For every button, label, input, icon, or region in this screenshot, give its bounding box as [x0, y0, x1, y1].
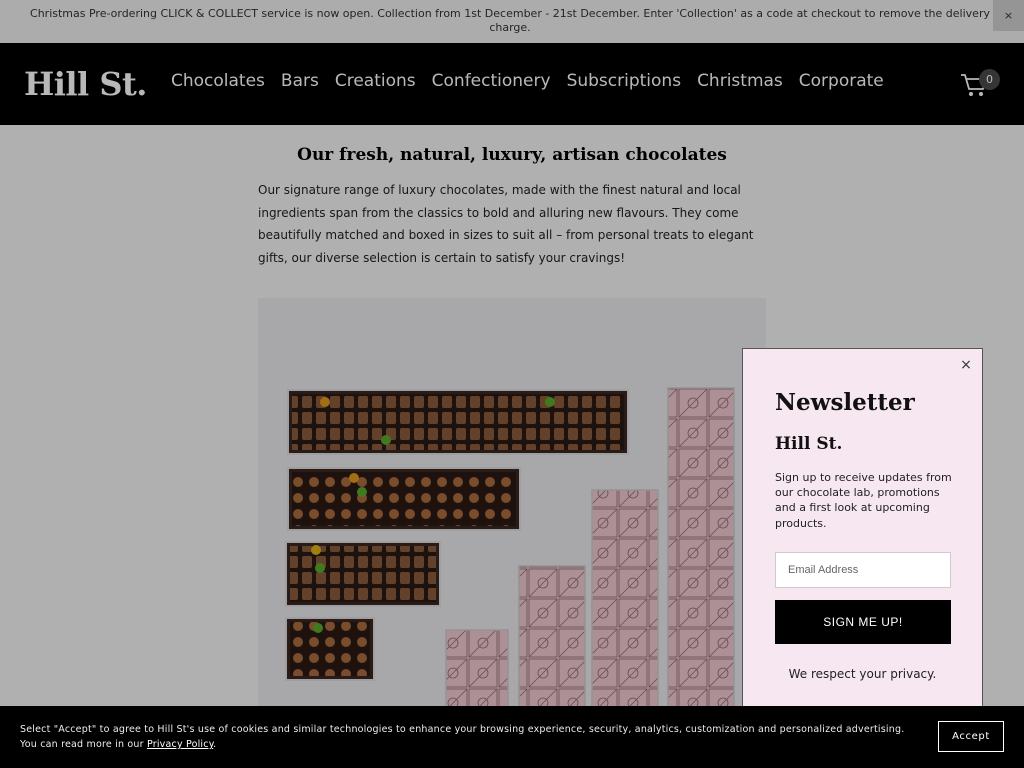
announcement-close-button[interactable]: ×	[993, 0, 1024, 31]
announcement-bar: Christmas Pre-ordering CLICK & COLLECT s…	[0, 0, 1024, 43]
nav-corporate[interactable]: Corporate	[799, 71, 884, 91]
nav-subscriptions[interactable]: Subscriptions	[567, 71, 681, 91]
nav-bars[interactable]: Bars	[281, 71, 319, 91]
site-logo[interactable]: Hill St.	[24, 65, 147, 103]
newsletter-title: Newsletter	[775, 389, 915, 416]
hero-image	[258, 298, 766, 718]
privacy-policy-link[interactable]: Privacy Policy	[147, 739, 213, 750]
site-header: Hill St. Chocolates Bars Creations Confe…	[0, 43, 1024, 125]
nav-confectionery[interactable]: Confectionery	[432, 71, 551, 91]
page-title: Our fresh, natural, luxury, artisan choc…	[297, 145, 727, 165]
main-nav: Chocolates Bars Creations Confectionery …	[171, 71, 900, 91]
cookie-banner: Select "Accept" to agree to Hill St's us…	[0, 706, 1024, 768]
newsletter-popup: × Newsletter Hill St. Sign up to receive…	[742, 348, 983, 718]
newsletter-brand: Hill St.	[775, 434, 843, 454]
privacy-note: We respect your privacy.	[788, 667, 937, 681]
nav-chocolates[interactable]: Chocolates	[171, 71, 265, 91]
page-description: Our signature range of luxury chocolates…	[258, 183, 754, 265]
email-field[interactable]	[775, 552, 951, 588]
cookie-text: Select "Accept" to agree to Hill St's us…	[20, 722, 920, 752]
nav-christmas[interactable]: Christmas	[697, 71, 783, 91]
nav-creations[interactable]: Creations	[335, 71, 416, 91]
newsletter-description: Sign up to receive updates from our choc…	[775, 471, 952, 530]
cart-count-badge: 0	[979, 69, 1000, 90]
cookie-suffix: .	[213, 739, 217, 750]
close-icon[interactable]: ×	[958, 357, 974, 373]
announcement-text: Christmas Pre-ordering CLICK & COLLECT s…	[30, 7, 990, 34]
sign-up-button[interactable]: SIGN ME UP!	[775, 600, 951, 644]
accept-button[interactable]: Accept	[938, 721, 1004, 752]
main-content: Our fresh, natural, luxury, artisan choc…	[258, 145, 766, 269]
